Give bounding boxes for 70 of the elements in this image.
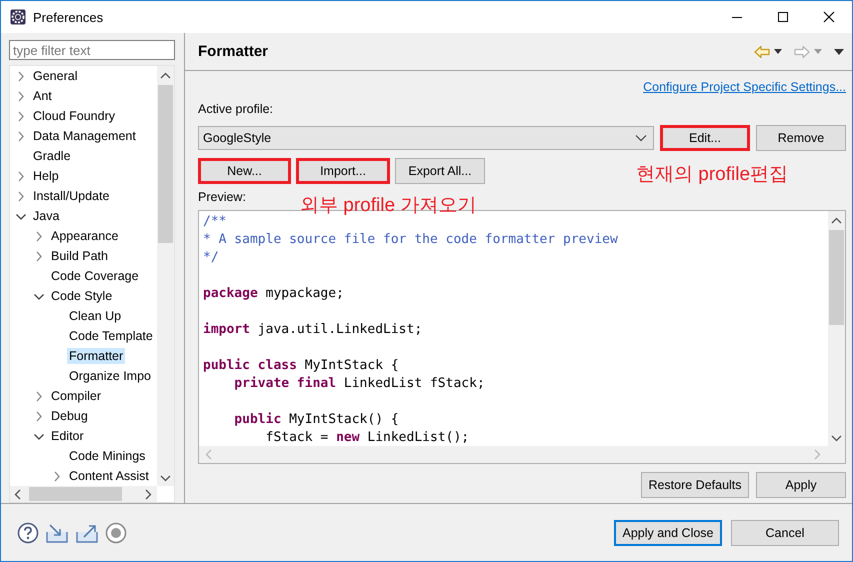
close-icon[interactable] bbox=[823, 11, 835, 23]
configure-link[interactable]: Configure Project Specific Settings... bbox=[643, 79, 846, 96]
import-button[interactable]: Import... bbox=[296, 158, 390, 184]
tree-item[interactable]: Debug bbox=[49, 408, 90, 424]
tree-item[interactable]: Compiler bbox=[49, 388, 104, 404]
code-line: public class MyIntStack { bbox=[203, 357, 399, 375]
profile-dropdown[interactable]: GoogleStyle bbox=[198, 126, 654, 150]
restore-defaults-button[interactable]: Restore Defaults bbox=[641, 472, 749, 498]
caret-icon[interactable] bbox=[635, 134, 647, 142]
annotation-text: 현재의 profile편집 bbox=[636, 164, 788, 186]
scroll-down-icon[interactable] bbox=[831, 434, 842, 442]
dropdown-icon[interactable] bbox=[774, 49, 782, 54]
scroll-up-icon[interactable] bbox=[160, 72, 171, 80]
scrollbar[interactable] bbox=[828, 211, 845, 446]
annotation-text: 외부 profile 가져오기 bbox=[300, 195, 476, 217]
tree-item[interactable]: Java bbox=[31, 208, 62, 224]
tree-item[interactable]: Content Assist bbox=[67, 468, 151, 484]
tree-item[interactable]: Help bbox=[31, 168, 61, 184]
tree-item[interactable]: Editor bbox=[49, 428, 86, 444]
page-title: Formatter bbox=[198, 43, 270, 60]
tree-item[interactable]: Build Path bbox=[49, 248, 110, 264]
code-line: * A sample source file for the code formatter preview bbox=[203, 231, 618, 249]
tree-item[interactable]: Code Coverage bbox=[49, 268, 141, 284]
scrollbar-thumb[interactable] bbox=[829, 230, 844, 325]
field-label: Active profile: bbox=[198, 101, 274, 118]
scroll-down-icon[interactable] bbox=[160, 474, 171, 482]
tree-item[interactable]: Ant bbox=[31, 88, 54, 104]
forward-arrow-icon[interactable] bbox=[794, 44, 810, 58]
filter-field[interactable]: type filter text bbox=[9, 40, 175, 60]
apply-and-close-button[interactable]: Apply and Close bbox=[614, 520, 722, 546]
export-button[interactable]: Export All... bbox=[395, 158, 485, 184]
record-icon[interactable] bbox=[105, 522, 127, 544]
scroll-left-icon[interactable] bbox=[14, 489, 22, 500]
help-icon[interactable] bbox=[17, 522, 39, 544]
code-line: /** bbox=[203, 213, 226, 231]
tree-item[interactable]: Code Template bbox=[67, 328, 155, 344]
view-menu-icon[interactable] bbox=[834, 48, 844, 54]
tree-item[interactable]: General bbox=[31, 68, 80, 84]
tree-item[interactable]: Cloud Foundry bbox=[31, 108, 117, 124]
scrollbar-thumb[interactable] bbox=[29, 487, 122, 501]
tree-item[interactable]: Clean Up bbox=[67, 308, 124, 324]
tree-item[interactable]: Appearance bbox=[49, 228, 120, 244]
scrollbar-thumb[interactable] bbox=[158, 85, 173, 243]
edit-button[interactable]: Edit... bbox=[660, 125, 750, 151]
app-logo-icon bbox=[10, 9, 26, 25]
maximize-icon[interactable] bbox=[777, 11, 789, 23]
import-tray-icon[interactable] bbox=[45, 522, 69, 544]
tree-item[interactable]: Code Style bbox=[49, 288, 114, 304]
code-line: */ bbox=[203, 249, 219, 267]
tree-item[interactable]: Install/Update bbox=[31, 188, 112, 204]
code-line: package mypackage; bbox=[203, 285, 344, 303]
new-button[interactable]: New... bbox=[198, 158, 291, 184]
tree-item[interactable]: Gradle bbox=[31, 148, 73, 164]
tree-item[interactable]: Data Management bbox=[31, 128, 138, 144]
scrollbar[interactable] bbox=[10, 486, 157, 502]
scroll-up-icon[interactable] bbox=[831, 217, 842, 225]
apply-button[interactable]: Apply bbox=[756, 472, 846, 498]
scrollbar[interactable] bbox=[157, 66, 174, 486]
code-line: import java.util.LinkedList; bbox=[203, 321, 422, 339]
code-line: public MyIntStack() { bbox=[233, 411, 399, 429]
window-title: Preferences bbox=[33, 10, 104, 24]
tree-item[interactable]: Organize Impo bbox=[67, 368, 153, 384]
code-line: private final LinkedList fStack; bbox=[233, 375, 485, 393]
tree-item[interactable]: Formatter bbox=[67, 348, 126, 364]
field-label: Preview: bbox=[198, 189, 246, 206]
tree-item[interactable]: Code Minings bbox=[67, 448, 148, 464]
code-line: fStack = new LinkedList(); bbox=[264, 429, 470, 445]
cancel-button[interactable]: Cancel bbox=[731, 520, 839, 546]
remove-button[interactable]: Remove bbox=[756, 125, 846, 151]
scroll-right-icon[interactable] bbox=[144, 489, 152, 500]
